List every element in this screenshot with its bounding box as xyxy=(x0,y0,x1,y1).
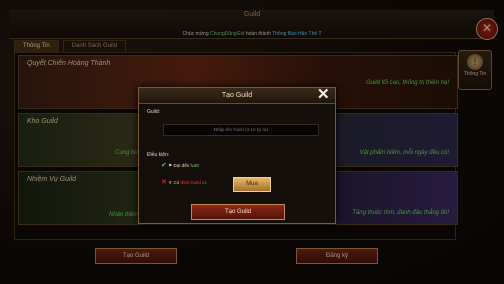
check-icon: ✔ xyxy=(161,162,167,169)
dialog-create-button[interactable]: Tạo Guild xyxy=(191,204,285,220)
guild-token-icon: ⚜ xyxy=(168,180,173,185)
guild-name-input[interactable] xyxy=(163,124,319,136)
cross-icon: ✕ xyxy=(161,179,167,186)
condition-level: ✔ ⚑ Đạt đến lv40 xyxy=(161,161,199,169)
guild-label: Guild: xyxy=(147,109,161,115)
condition-level-value: lv40 xyxy=(190,163,199,168)
dialog-title: Tạo Guild xyxy=(139,88,335,104)
condition-item-value: lệnh Guild x1 xyxy=(180,180,207,185)
condition-item: ✕ ⚜ Có lệnh Guild x1 xyxy=(161,178,207,186)
conditions-label: Điều kiện: xyxy=(147,152,170,158)
dialog-close-icon[interactable]: ✕ xyxy=(317,85,330,103)
buy-button[interactable]: Mua xyxy=(233,177,271,192)
level-icon: ⚑ xyxy=(168,163,173,168)
create-guild-dialog: Tạo Guild ✕ Guild: Điều kiện: ✔ ⚑ Đạt đế… xyxy=(138,85,336,224)
condition-level-text: Đạt đến xyxy=(173,163,191,168)
